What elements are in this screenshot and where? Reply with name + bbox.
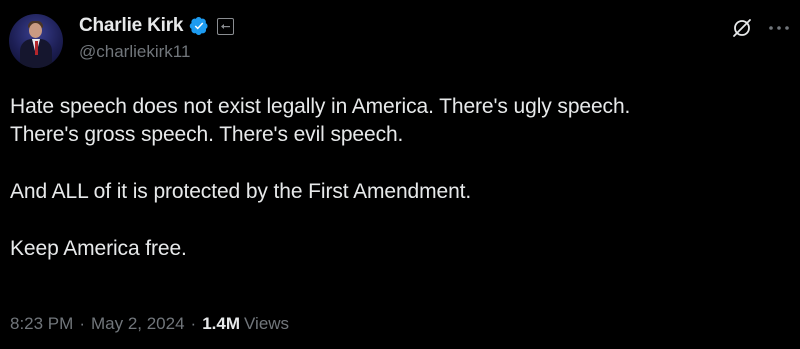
tweet-meta: 8:23 PM · May 2, 2024 · 1.4M Views	[10, 314, 289, 334]
avatar-figure-tie	[34, 41, 38, 55]
avatar-figure-head	[29, 23, 42, 38]
meta-separator: ·	[79, 314, 85, 333]
author-name-row: Charlie Kirk	[79, 13, 235, 39]
tweet-text-line: Hate speech does not exist legally in Am…	[10, 95, 631, 118]
tweet-card: Charlie Kirk @charliekirk11 Hate speech …	[0, 0, 800, 349]
tweet-date[interactable]: May 2, 2024	[91, 314, 185, 334]
author-handle[interactable]: @charliekirk11	[79, 42, 190, 62]
views-label[interactable]: Views	[244, 314, 289, 334]
avatar[interactable]	[9, 14, 63, 68]
affiliate-badge-icon[interactable]	[217, 17, 235, 35]
author-display-name[interactable]: Charlie Kirk	[79, 15, 183, 37]
more-options-icon[interactable]	[766, 17, 792, 39]
grok-icon[interactable]	[731, 17, 753, 39]
meta-separator: ·	[190, 314, 197, 333]
tweet-text: Hate speech does not exist legally in Am…	[10, 93, 790, 263]
tweet-text-line: Keep America free.	[10, 237, 187, 260]
tweet-text-line: There's gross speech. There's evil speec…	[10, 123, 404, 146]
tweet-time[interactable]: 8:23 PM	[10, 314, 73, 334]
verified-badge-icon[interactable]	[189, 16, 209, 36]
tweet-text-line: And ALL of it is protected by the First …	[10, 180, 472, 203]
views-count[interactable]: 1.4M	[202, 314, 240, 334]
